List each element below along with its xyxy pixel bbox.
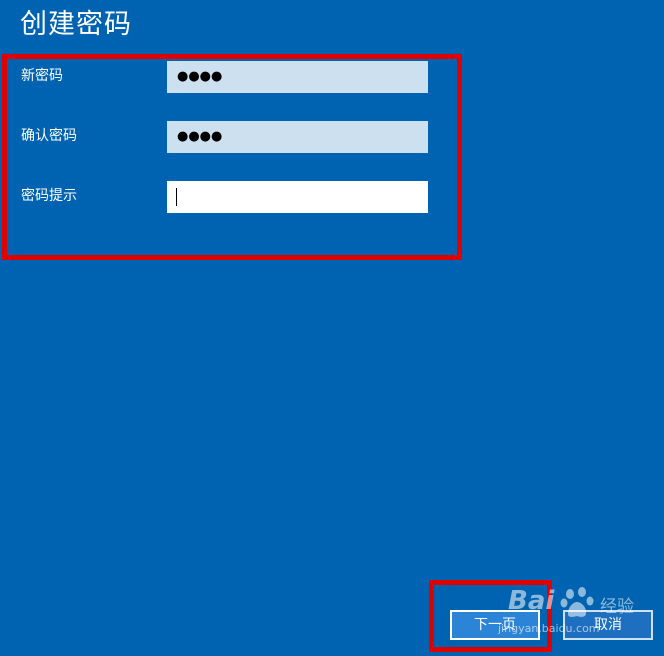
password-hint-label: 密码提示	[21, 188, 77, 204]
page-title: 创建密码	[20, 9, 132, 40]
next-button[interactable]: 下一页	[450, 610, 540, 640]
new-password-label: 新密码	[21, 68, 63, 84]
confirm-password-label: 确认密码	[21, 128, 77, 144]
new-password-field[interactable]: ●●●●	[167, 61, 428, 93]
confirm-password-field[interactable]: ●●●●	[167, 121, 428, 153]
password-hint-field[interactable]	[167, 181, 428, 213]
cancel-button[interactable]: 取消	[563, 610, 653, 640]
text-caret	[176, 188, 177, 206]
